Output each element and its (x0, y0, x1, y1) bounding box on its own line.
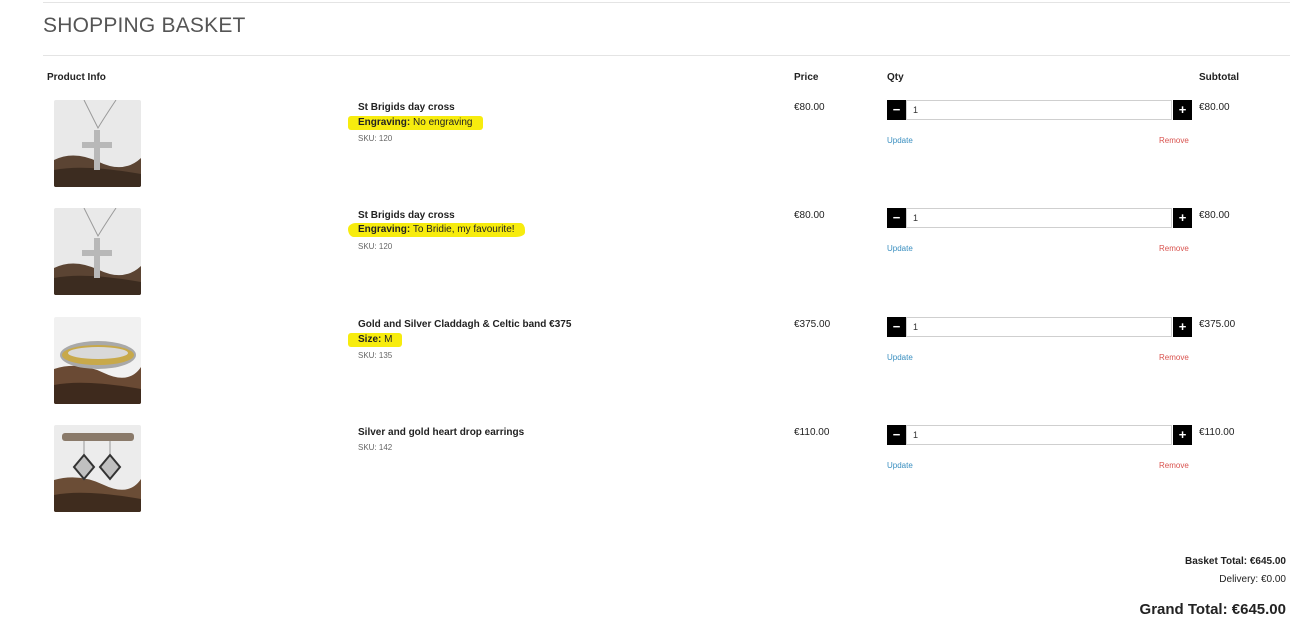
quantity-input[interactable]: 1 (906, 100, 1172, 120)
product-engraving: Engraving: No engraving (348, 116, 483, 130)
update-link[interactable]: Update (887, 353, 913, 362)
title-divider (43, 55, 1290, 56)
product-sku: SKU: 120 (358, 134, 393, 143)
delivery-cost: Delivery: €0.00 (1219, 574, 1286, 585)
product-name[interactable]: St Brigids day cross (358, 102, 455, 113)
product-name[interactable]: St Brigids day cross (358, 210, 455, 221)
quantity-input[interactable]: 1 (906, 425, 1172, 445)
product-price: €80.00 (794, 210, 825, 221)
product-subtotal: €80.00 (1199, 210, 1230, 221)
minus-icon[interactable]: − (887, 317, 906, 337)
product-price: €110.00 (794, 427, 830, 438)
remove-link[interactable]: Remove (1159, 244, 1189, 253)
attr-label: Size: (358, 334, 382, 345)
plus-icon[interactable]: + (1173, 208, 1192, 228)
minus-icon[interactable]: − (887, 100, 906, 120)
header-qty: Qty (887, 72, 904, 83)
remove-link[interactable]: Remove (1159, 136, 1189, 145)
product-image-band[interactable] (54, 317, 141, 404)
product-image-earrings[interactable] (54, 425, 141, 512)
attr-value: To Bridie, my favourite! (410, 224, 515, 235)
product-subtotal: €375.00 (1199, 319, 1236, 330)
header-product-info: Product Info (47, 72, 106, 83)
table-row: St Brigids day cross Engraving: No engra… (0, 100, 1316, 208)
product-engraving: Engraving: To Bridie, my favourite! (348, 223, 525, 237)
plus-icon[interactable]: + (1173, 100, 1192, 120)
product-price: €80.00 (794, 102, 825, 113)
quantity-input[interactable]: 1 (906, 317, 1172, 337)
remove-link[interactable]: Remove (1159, 461, 1189, 470)
update-link[interactable]: Update (887, 136, 913, 145)
product-image-cross[interactable] (54, 100, 141, 187)
attr-value: M (381, 334, 393, 345)
product-image-cross[interactable] (54, 208, 141, 295)
product-size: Size: M (348, 333, 403, 347)
remove-link[interactable]: Remove (1159, 353, 1189, 362)
plus-icon[interactable]: + (1173, 425, 1192, 445)
attr-label: Engraving: (358, 117, 411, 128)
minus-icon[interactable]: − (887, 425, 906, 445)
basket-total: Basket Total: €645.00 (1185, 556, 1286, 567)
grand-total: Grand Total: €645.00 (1139, 601, 1286, 618)
plus-icon[interactable]: + (1173, 317, 1192, 337)
quantity-stepper: − 1 + (887, 100, 1193, 120)
product-name[interactable]: Gold and Silver Claddagh & Celtic band €… (358, 319, 571, 330)
header-subtotal: Subtotal (1199, 72, 1239, 83)
product-name[interactable]: Silver and gold heart drop earrings (358, 427, 524, 438)
table-row: Gold and Silver Claddagh & Celtic band €… (0, 317, 1316, 425)
quantity-stepper: − 1 + (887, 317, 1193, 337)
attr-value: No engraving (410, 117, 473, 128)
product-sku: SKU: 142 (358, 443, 393, 452)
update-link[interactable]: Update (887, 461, 913, 470)
page-title: SHOPPING BASKET (43, 14, 246, 37)
product-price: €375.00 (794, 319, 831, 330)
quantity-stepper: − 1 + (887, 208, 1193, 228)
top-divider (43, 2, 1290, 3)
minus-icon[interactable]: − (887, 208, 906, 228)
product-sku: SKU: 135 (358, 351, 393, 360)
header-price: Price (794, 72, 819, 83)
quantity-stepper: − 1 + (887, 425, 1193, 445)
attr-label: Engraving: (358, 224, 411, 235)
quantity-input[interactable]: 1 (906, 208, 1172, 228)
product-sku: SKU: 120 (358, 242, 393, 251)
update-link[interactable]: Update (887, 244, 913, 253)
product-subtotal: €110.00 (1199, 427, 1235, 438)
table-row: St Brigids day cross Engraving: To Bridi… (0, 208, 1316, 316)
product-subtotal: €80.00 (1199, 102, 1230, 113)
table-row: Silver and gold heart drop earrings SKU:… (0, 425, 1316, 533)
